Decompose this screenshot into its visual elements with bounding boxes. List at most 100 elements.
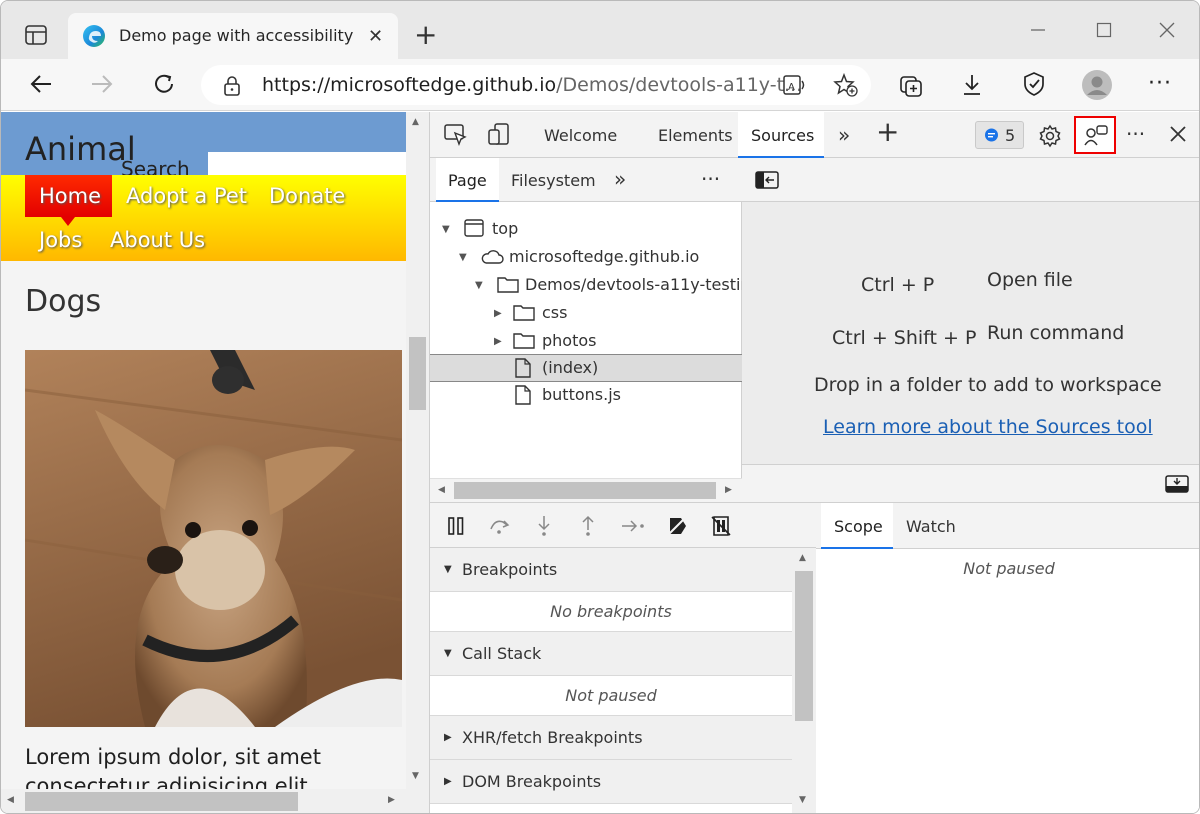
close-window-icon[interactable] xyxy=(1159,22,1175,38)
browser-essentials-icon[interactable] xyxy=(1021,71,1047,97)
navigator-tabbar: Page Filesystem » ··· xyxy=(430,158,742,202)
pause-on-exceptions-icon[interactable] xyxy=(711,516,731,536)
debugger-vertical-scrollbar[interactable]: ▲ ▼ xyxy=(792,548,816,813)
minimize-icon[interactable] xyxy=(1030,21,1046,37)
step-icon[interactable] xyxy=(620,518,646,534)
tree-label: top xyxy=(492,219,519,238)
toggle-navigator-icon[interactable] xyxy=(755,171,779,189)
nav-donate[interactable]: Donate xyxy=(269,184,345,208)
more-tabs-icon[interactable]: » xyxy=(838,123,850,147)
nav-about-us[interactable]: About Us xyxy=(110,228,205,252)
tab-elements[interactable]: Elements xyxy=(658,126,733,145)
call-stack-status: Not paused xyxy=(430,676,792,716)
lock-icon[interactable] xyxy=(223,76,241,96)
add-favorite-icon[interactable] xyxy=(833,73,859,97)
settings-more-icon[interactable]: ··· xyxy=(1148,71,1172,96)
scroll-left-icon[interactable]: ◀ xyxy=(7,795,14,805)
tree-item-folder-photos[interactable]: ▶ photos xyxy=(430,327,742,355)
step-out-icon[interactable] xyxy=(580,515,596,537)
scroll-right-icon[interactable]: ▶ xyxy=(725,485,732,495)
step-over-icon[interactable] xyxy=(489,517,511,535)
add-tool-icon[interactable]: + xyxy=(876,118,899,146)
scroll-down-icon[interactable]: ▼ xyxy=(799,795,806,805)
tree-item-file-buttons[interactable]: buttons.js xyxy=(430,383,742,411)
close-devtools-icon[interactable] xyxy=(1169,125,1187,143)
file-icon xyxy=(515,385,531,405)
section-title: XHR/fetch Breakpoints xyxy=(462,728,643,747)
collapsed-arrow-icon: ▶ xyxy=(444,732,452,743)
section-title: Breakpoints xyxy=(462,560,558,579)
page-vertical-scrollbar[interactable]: ▲ ▼ xyxy=(406,112,429,813)
tree-item-file-index[interactable]: (index) xyxy=(430,354,742,382)
debugger-sidebar: ▼ Breakpoints No breakpoints ▼ Call Stac… xyxy=(430,548,816,813)
navigator-horizontal-scrollbar[interactable]: ◀ ▶ xyxy=(430,478,742,502)
maximize-icon[interactable] xyxy=(1096,22,1112,38)
device-emulation-icon[interactable] xyxy=(488,123,512,147)
quick-view-dock-button[interactable] xyxy=(1074,116,1116,154)
edge-logo-icon xyxy=(82,24,106,48)
dog-photo xyxy=(25,350,402,727)
scroll-down-icon[interactable]: ▼ xyxy=(412,771,419,781)
learn-more-link[interactable]: Learn more about the Sources tool xyxy=(823,416,1153,438)
navigator-more-icon[interactable]: ··· xyxy=(701,167,720,191)
new-tab-icon[interactable]: + xyxy=(414,21,437,49)
tree-item-top[interactable]: ▼ top xyxy=(430,215,742,243)
back-icon[interactable] xyxy=(29,73,53,95)
scroll-left-icon[interactable]: ◀ xyxy=(438,485,445,495)
address-bar[interactable]: https://microsoftedge.github.io/Demos/de… xyxy=(201,65,871,105)
pause-icon[interactable] xyxy=(447,517,465,535)
nav-home[interactable]: Home xyxy=(39,184,101,208)
tab-sources[interactable]: Sources xyxy=(738,112,824,158)
scroll-right-icon[interactable]: ▶ xyxy=(388,795,395,805)
browser-toolbar: https://microsoftedge.github.io/Demos/de… xyxy=(1,59,1199,111)
navigator-scroll-thumb[interactable] xyxy=(454,482,716,499)
debugger-scroll-thumb[interactable] xyxy=(795,571,813,721)
tree-item-folder-css[interactable]: ▶ css xyxy=(430,299,742,327)
more-navigator-tabs-icon[interactable]: » xyxy=(614,167,626,191)
refresh-icon[interactable] xyxy=(152,72,176,96)
tab-welcome[interactable]: Welcome xyxy=(544,126,617,145)
scroll-up-icon[interactable]: ▲ xyxy=(799,553,806,563)
search-input[interactable] xyxy=(208,152,406,175)
page-horizontal-scrollbar[interactable]: ◀ ▶ xyxy=(1,789,406,813)
step-into-icon[interactable] xyxy=(536,515,552,537)
tree-item-folder-demos[interactable]: ▼ Demos/devtools-a11y-testing xyxy=(430,271,742,299)
tree-item-domain[interactable]: ▼ microsoftedge.github.io xyxy=(430,243,742,271)
toggle-debugger-icon[interactable] xyxy=(1165,475,1189,493)
tab-strip: Demo page with accessibility issues ✕ + xyxy=(1,1,1199,59)
section-xhr-breakpoints[interactable]: ▶ XHR/fetch Breakpoints xyxy=(430,716,792,760)
deactivate-breakpoints-icon[interactable] xyxy=(667,516,687,536)
tab-title: Demo page with accessibility issues xyxy=(119,26,359,45)
forward-icon[interactable] xyxy=(90,73,114,95)
section-call-stack[interactable]: ▼ Call Stack xyxy=(430,632,792,676)
nav-home-pointer xyxy=(61,217,75,226)
site-title: Animal xyxy=(25,130,136,168)
tab-page[interactable]: Page xyxy=(436,158,499,202)
section-breakpoints[interactable]: ▼ Breakpoints xyxy=(430,548,792,592)
tab-filesystem[interactable]: Filesystem xyxy=(511,171,596,190)
devtools-more-icon[interactable]: ··· xyxy=(1126,122,1145,146)
sources-editor: Ctrl + P Open file Ctrl + Shift + P Run … xyxy=(742,158,1199,502)
scroll-up-icon[interactable]: ▲ xyxy=(412,117,419,127)
tab-scope-label: Scope xyxy=(834,517,883,536)
tree-label: css xyxy=(542,303,568,322)
nav-jobs[interactable]: Jobs xyxy=(39,228,82,252)
tab-watch[interactable]: Watch xyxy=(906,517,956,536)
read-aloud-icon[interactable]: A xyxy=(783,74,807,96)
tab-actions-icon[interactable] xyxy=(25,25,47,45)
page-hscroll-thumb[interactable] xyxy=(25,792,298,811)
nav-adopt-a-pet[interactable]: Adopt a Pet xyxy=(126,184,247,208)
page-scroll-thumb[interactable] xyxy=(409,337,426,410)
browser-tab[interactable]: Demo page with accessibility issues ✕ xyxy=(68,13,398,59)
tab-scope[interactable]: Scope xyxy=(821,503,893,549)
expand-arrow-icon: ▼ xyxy=(444,564,452,575)
collections-icon[interactable] xyxy=(899,72,925,98)
profile-avatar[interactable] xyxy=(1081,69,1113,101)
devtools-settings-icon[interactable] xyxy=(1038,124,1062,148)
close-tab-icon[interactable]: ✕ xyxy=(368,26,383,47)
breakpoints-empty: No breakpoints xyxy=(430,592,792,632)
issues-badge[interactable]: 5 xyxy=(975,121,1024,149)
section-dom-breakpoints[interactable]: ▶ DOM Breakpoints xyxy=(430,760,792,804)
downloads-icon[interactable] xyxy=(961,73,983,97)
inspect-element-icon[interactable] xyxy=(444,124,468,146)
